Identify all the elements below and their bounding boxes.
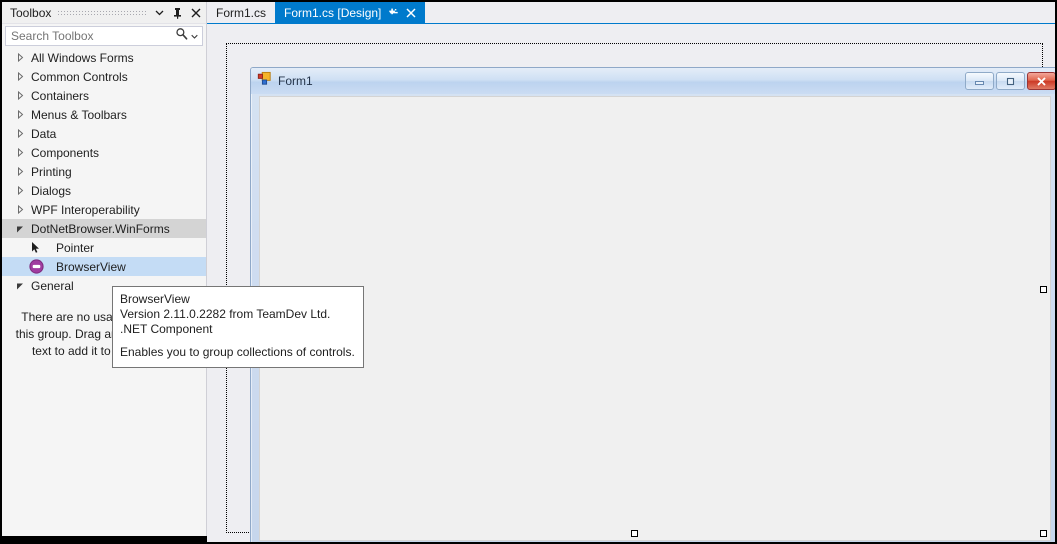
tooltip-name: BrowserView xyxy=(120,292,190,306)
tooltip-kind: .NET Component xyxy=(120,322,213,336)
toolbox-group-label: DotNetBrowser.WinForms xyxy=(31,221,170,236)
toolbox-group-containers[interactable]: Containers xyxy=(2,86,206,105)
form-icon xyxy=(257,71,272,91)
chevron-down-icon xyxy=(14,223,26,235)
pointer-icon xyxy=(28,240,44,256)
form-window-buttons xyxy=(965,72,1055,90)
chevron-right-icon xyxy=(14,128,26,140)
toolbox-item-tooltip: BrowserView Version 2.11.0.2282 from Tea… xyxy=(112,286,364,368)
chevron-right-icon xyxy=(14,71,26,83)
close-icon[interactable] xyxy=(406,7,416,18)
chevron-right-icon xyxy=(14,166,26,178)
toolbox-group-label: Data xyxy=(31,126,57,141)
toolbox-group-label: Containers xyxy=(31,88,90,103)
tooltip-description: Enables you to group collections of cont… xyxy=(120,345,355,359)
pin-icon[interactable] xyxy=(388,7,399,18)
resize-handle-bottom-right[interactable] xyxy=(1040,530,1047,537)
toolbox-panel: Toolbox Search Toolbox All Windows Forms… xyxy=(2,2,207,536)
toolbox-item-pointer[interactable]: Pointer xyxy=(2,238,206,257)
toolbox-title: Toolbox xyxy=(10,5,52,20)
tab-label: Form1.cs [Design] xyxy=(284,5,382,20)
close-icon[interactable] xyxy=(188,5,203,21)
toolbox-group-label: Components xyxy=(31,145,100,160)
search-icon[interactable] xyxy=(175,27,188,45)
minimize-button[interactable] xyxy=(965,72,994,90)
tab-form1-cs[interactable]: Form1.cs xyxy=(207,2,276,23)
toolbox-group-label: Printing xyxy=(31,164,72,179)
tab-label: Form1.cs xyxy=(216,5,267,20)
form-client-area[interactable] xyxy=(259,96,1051,541)
form1-window[interactable]: Form1 xyxy=(250,67,1055,542)
toolbox-group-printing[interactable]: Printing xyxy=(2,162,206,181)
chevron-right-icon xyxy=(14,52,26,64)
toolbox-group-dialogs[interactable]: Dialogs xyxy=(2,181,206,200)
toolbox-group-all-windows-forms[interactable]: All Windows Forms xyxy=(2,48,206,67)
toolbox-group-common-controls[interactable]: Common Controls xyxy=(2,67,206,86)
toolbox-item-label: Pointer xyxy=(56,240,95,255)
search-input[interactable] xyxy=(6,28,175,44)
tab-form1-cs-design[interactable]: Form1.cs [Design] xyxy=(275,2,426,23)
chevron-right-icon xyxy=(14,90,26,102)
toolbox-group-label: WPF Interoperability xyxy=(31,202,140,217)
chevron-right-icon xyxy=(14,185,26,197)
close-button[interactable] xyxy=(1027,72,1055,90)
toolbox-item-label: BrowserView xyxy=(56,259,126,274)
toolbox-group-data[interactable]: Data xyxy=(2,124,206,143)
toolbox-group-wpf-interoperability[interactable]: WPF Interoperability xyxy=(2,200,206,219)
visual-studio-window: Toolbox Search Toolbox All Windows Forms… xyxy=(0,0,1057,544)
toolbox-header: Toolbox xyxy=(2,2,206,24)
toolbox-group-components[interactable]: Components xyxy=(2,143,206,162)
form-title: Form1 xyxy=(278,74,313,88)
chevron-down-icon[interactable] xyxy=(152,5,167,21)
tooltip-spacer xyxy=(120,337,356,345)
toolbox-search[interactable] xyxy=(5,26,203,46)
toolbox-gripper[interactable] xyxy=(57,9,146,16)
toolbox-group-label: Common Controls xyxy=(31,69,128,84)
toolbox-group-label: All Windows Forms xyxy=(31,50,134,65)
browserview-icon xyxy=(28,259,44,275)
form-designer-surface[interactable]: Form1 xyxy=(207,24,1055,542)
chevron-right-icon xyxy=(14,204,26,216)
chevron-right-icon xyxy=(14,109,26,121)
chevron-right-icon xyxy=(14,147,26,159)
maximize-button[interactable] xyxy=(996,72,1025,90)
tooltip-version: Version 2.11.0.2282 from TeamDev Ltd. xyxy=(120,307,331,321)
pin-icon[interactable] xyxy=(170,5,185,21)
search-dropdown-icon[interactable] xyxy=(191,27,198,45)
toolbox-group-label: General xyxy=(31,278,74,293)
toolbox-group-label: Dialogs xyxy=(31,183,72,198)
resize-handle-bottom[interactable] xyxy=(631,530,638,537)
editor-tabstrip: Form1.cs Form1.cs [Design] xyxy=(207,2,1055,25)
toolbox-group-dotnetbrowser-winforms[interactable]: DotNetBrowser.WinForms xyxy=(2,219,206,238)
toolbox-group-menus-toolbars[interactable]: Menus & Toolbars xyxy=(2,105,206,124)
resize-handle-right[interactable] xyxy=(1040,286,1047,293)
toolbox-group-label: Menus & Toolbars xyxy=(31,107,127,122)
toolbox-item-browserview[interactable]: BrowserView xyxy=(2,257,206,276)
form-titlebar[interactable]: Form1 xyxy=(251,68,1055,94)
chevron-down-icon xyxy=(14,280,26,292)
